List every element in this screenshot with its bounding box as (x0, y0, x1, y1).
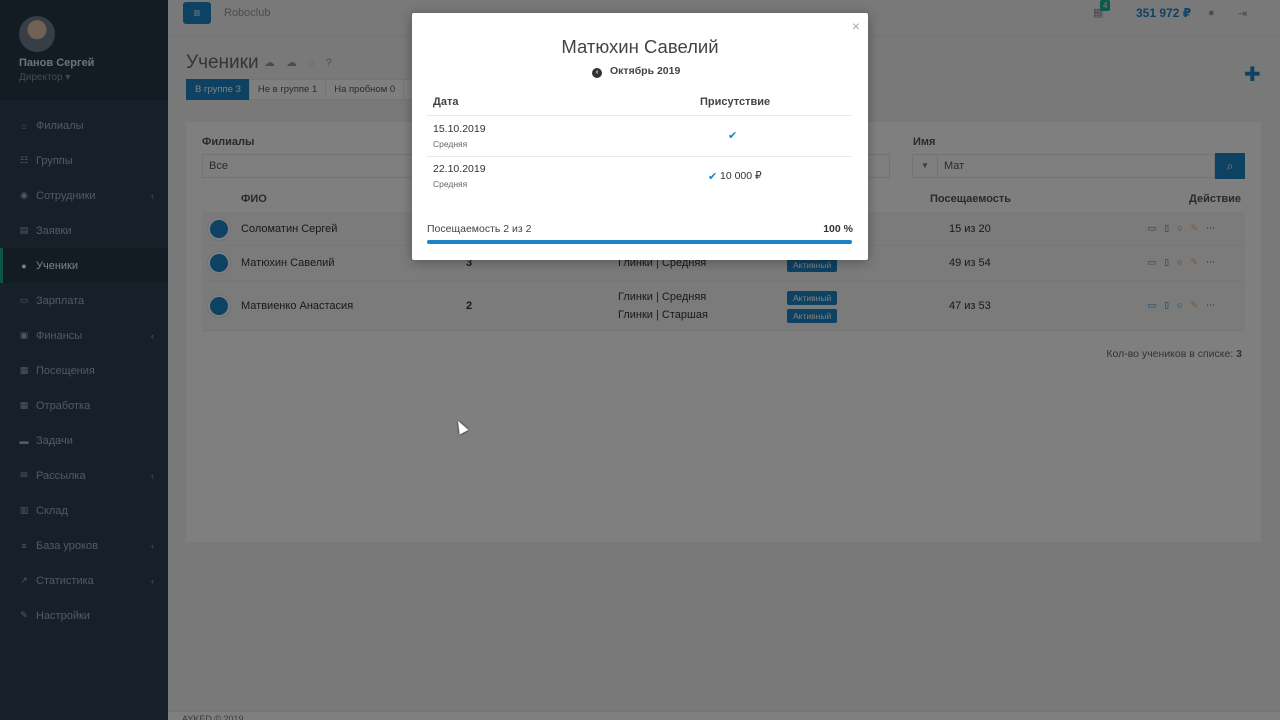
attendance-summary: Посещаемость 2 из 2 (427, 223, 532, 235)
prev-month-icon[interactable]: ‹ (592, 68, 602, 78)
attendance-progress (427, 240, 852, 244)
month-label: Октябрь 2019 (610, 65, 681, 77)
visit-date: 15.10.2019 (433, 123, 486, 135)
attendance-progress-fill (427, 240, 852, 244)
visit-group: Средняя (433, 139, 468, 149)
col-presence: Присутствие (700, 96, 771, 108)
attendance-percent: 100 % (823, 223, 853, 235)
divider (427, 156, 852, 157)
modal-title: Матюхин Савелий (561, 36, 719, 57)
month-navigator: ‹ Октябрь 2019 (592, 65, 680, 78)
visit-date: 22.10.2019 (433, 163, 486, 175)
check-icon: ✔ (728, 130, 738, 142)
close-icon[interactable]: × (852, 18, 860, 34)
col-date: Дата (433, 96, 459, 108)
payment-amount: 10 000 ₽ (720, 170, 762, 182)
visit-group: Средняя (433, 179, 468, 189)
divider (427, 115, 852, 116)
check-icon: ✔ (708, 171, 718, 183)
attendance-modal: × Матюхин Савелий ‹ Октябрь 2019 Дата При… (412, 13, 868, 260)
